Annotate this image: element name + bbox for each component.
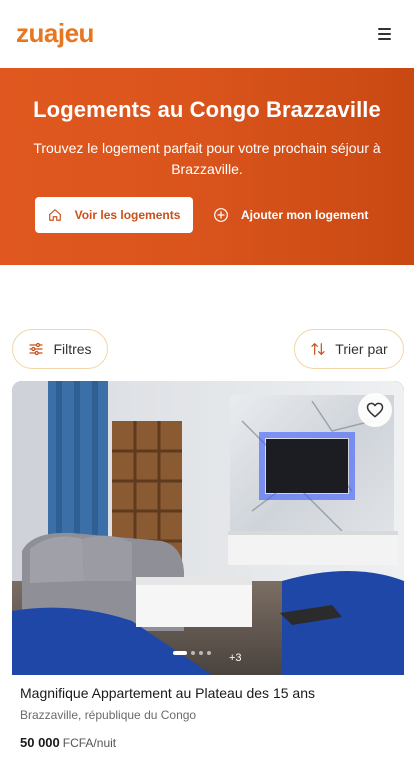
filters-button[interactable]: Filtres <box>12 329 108 369</box>
filters-label: Filtres <box>53 341 92 357</box>
view-listings-label: Voir les logements <box>74 208 181 222</box>
sort-label: Trier par <box>335 341 388 357</box>
view-listings-button[interactable]: Voir les logements <box>35 197 193 233</box>
heart-icon <box>366 402 384 418</box>
favorite-button[interactable] <box>358 393 392 427</box>
price-unit: FCFA/nuit <box>62 736 117 750</box>
zuajeu-logo-icon: zuajeu <box>16 20 94 48</box>
listing-photo[interactable]: +3 <box>12 381 404 675</box>
hamburger-menu-icon[interactable] <box>372 24 396 44</box>
sort-button[interactable]: Trier par <box>294 329 404 369</box>
sliders-icon <box>29 342 44 356</box>
top-header: zuajeu <box>0 0 414 68</box>
listing-title[interactable]: Magnifique Appartement au Plateau des 15… <box>20 685 315 701</box>
home-icon <box>48 209 61 221</box>
listing-location: Brazzaville, république du Congo <box>20 708 197 722</box>
plus-circle-icon <box>214 208 228 222</box>
price-amount: 50 000 <box>20 735 60 750</box>
photo-pagination[interactable] <box>173 651 211 655</box>
svg-text:zuajeu: zuajeu <box>16 20 94 48</box>
listing-price: 50 000 FCFA/nuit <box>20 735 116 750</box>
photo-dot[interactable] <box>199 651 203 655</box>
add-listing-button[interactable]: Ajouter mon logement <box>213 197 383 233</box>
add-listing-label: Ajouter mon logement <box>241 208 369 222</box>
photo-dot-active[interactable] <box>173 651 187 655</box>
extra-photos-count: +3 <box>229 652 242 664</box>
listing-card[interactable]: +3 Magnifique Appartement au Plateau des… <box>12 381 404 761</box>
living-room-photo <box>12 381 404 675</box>
hero-title: Logements au Congo Brazzaville <box>33 97 381 122</box>
sort-arrows-icon <box>311 343 325 355</box>
photo-dot[interactable] <box>191 651 195 655</box>
brand-logo[interactable]: zuajeu <box>16 20 118 48</box>
photo-dot[interactable] <box>207 651 211 655</box>
hero-subtitle: Trouvez le logement parfait pour votre p… <box>33 140 381 177</box>
hero-banner: Logements au Congo Brazzaville Trouvez l… <box>0 68 414 265</box>
